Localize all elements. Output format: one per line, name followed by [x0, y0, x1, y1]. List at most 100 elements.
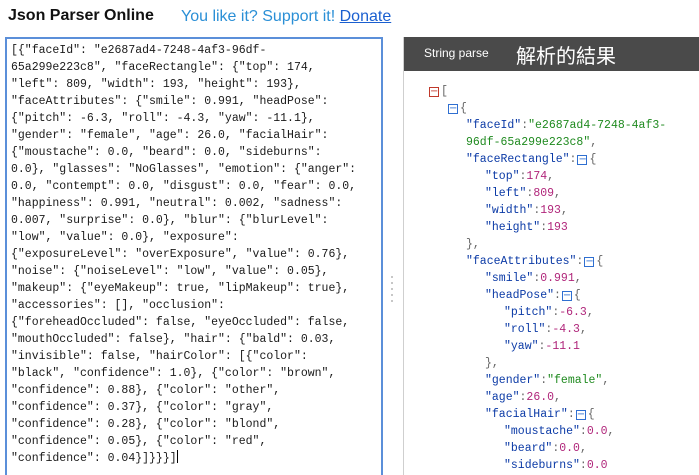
- tree-key: "faceRectangle": [466, 153, 570, 166]
- tree-key: "top": [485, 170, 520, 183]
- tree-line: −{: [447, 100, 467, 117]
- tree-line: "width":193,: [485, 202, 568, 219]
- tree-line: "facialHair": −{: [485, 406, 595, 423]
- input-line: "low", "value": 0.0}, "exposure":: [11, 231, 239, 244]
- tree-open-bracket: {: [589, 153, 597, 166]
- input-line: 65a299e223c8", "faceRectangle": {"top": …: [11, 61, 315, 74]
- tree-line: "gender":"female",: [485, 372, 609, 389]
- tree-comma: ,: [607, 425, 615, 438]
- tree-line: "yaw":-11.1: [504, 338, 580, 355]
- tree-key: "left": [485, 187, 527, 200]
- result-label: 解析的結果: [516, 44, 616, 68]
- json-input-text[interactable]: [{"faceId": "e2687ad4-7248-4af3-96df- 65a…: [11, 42, 379, 467]
- input-line: {"moustache": 0.0, "beard": 0.0, "sidebu…: [11, 146, 322, 159]
- input-line: "faceAttributes": {"smile": 0.991, "head…: [11, 95, 329, 108]
- tree-value: 0.0: [586, 459, 608, 472]
- tree-key: "width": [485, 204, 534, 217]
- tree-value: 0.0: [586, 425, 608, 438]
- tree-line: "age":26.0,: [485, 389, 561, 406]
- input-line: 0.007, "surprise": 0.0}, "blur": {"blurL…: [11, 214, 329, 227]
- donate-link[interactable]: Donate: [340, 8, 392, 25]
- tree-key: "headPose": [485, 289, 555, 302]
- tree-line: },: [466, 236, 480, 253]
- tree-line: "roll":-4.3,: [504, 321, 587, 338]
- tree-open-bracket: {: [573, 289, 581, 302]
- tree-comma: ,: [554, 391, 561, 404]
- collapse-toggle-icon[interactable]: −: [584, 257, 595, 267]
- app-title: Json Parser Online: [8, 7, 154, 24]
- tab-string-parse[interactable]: String parse: [424, 46, 489, 60]
- tree-key: "yaw": [504, 340, 539, 353]
- tree-line: "faceId":"e2687ad4-7248-4af3-: [466, 117, 666, 134]
- tree-line: "moustache":0.0,: [504, 423, 614, 440]
- tree-key: "facialHair": [485, 408, 568, 421]
- tree-colon: :: [579, 425, 587, 438]
- tree-line: "smile":0.991,: [485, 270, 582, 287]
- tree-comma: ,: [547, 170, 555, 183]
- tree-line: "height":193: [485, 219, 568, 236]
- support-text: You like it? Support it! Donate: [181, 8, 391, 26]
- tree-key: "pitch": [504, 306, 553, 319]
- tree-comma: ,: [554, 187, 561, 200]
- input-line: "confidence": 0.37}, {"color": "gray",: [11, 401, 274, 414]
- collapse-toggle-icon[interactable]: −: [448, 104, 458, 114]
- output-panel: String parse 解析的結果 −[−{"faceId":"e2687ad…: [403, 37, 699, 475]
- tree-value: 193: [547, 221, 568, 234]
- tree-key: "sideburns": [504, 459, 580, 472]
- panel-splitter-handle[interactable]: [390, 276, 394, 306]
- tree-open-bracket: {: [460, 102, 467, 115]
- input-line: "happiness": 0.991, "neutral": 0.002, "s…: [11, 197, 343, 210]
- tree-line: "beard":0.0,: [504, 440, 587, 457]
- tree-comma: ,: [560, 204, 568, 217]
- tree-line: "headPose": −{: [485, 287, 581, 304]
- tree-line: "faceRectangle": −{: [466, 151, 596, 168]
- tree-key: "beard": [504, 442, 553, 455]
- input-line: "gender": "female", "age": 26.0, "facial…: [11, 129, 329, 142]
- tree-comma: ,: [586, 306, 594, 319]
- text-caret: [176, 450, 178, 463]
- tree-line: "faceAttributes": −{: [466, 253, 603, 270]
- tree-open-bracket: [: [441, 85, 448, 98]
- tree-line: },: [485, 355, 499, 372]
- tree-close-bracket: },: [466, 238, 480, 251]
- input-line: 0.0, "contempt": 0.0, "disgust": 0.0, "f…: [11, 180, 357, 193]
- collapse-toggle-icon[interactable]: −: [429, 87, 439, 97]
- tree-value: "female": [547, 374, 603, 387]
- tree-comma: ,: [579, 442, 587, 455]
- tree-line: −[: [428, 83, 448, 100]
- tree-colon: :: [567, 408, 575, 421]
- input-line: "makeup": {"eyeMakeup": true, "lipMakeup…: [11, 282, 350, 295]
- collapse-toggle-icon[interactable]: −: [577, 155, 588, 165]
- input-line: "mouthOccluded": false}, "hair": {"bald"…: [11, 333, 336, 346]
- collapse-toggle-icon[interactable]: −: [575, 410, 586, 420]
- tree-open-bracket: {: [587, 408, 595, 421]
- json-input-textarea[interactable]: [{"faceId": "e2687ad4-7248-4af3-96df- 65a…: [5, 37, 383, 475]
- tree-value: 26.0: [526, 391, 555, 404]
- tree-line: "top":174,: [485, 168, 554, 185]
- tree-comma: ,: [602, 374, 610, 387]
- input-line: 0.0}, "glasses": "NoGlasses", "emotion":…: [11, 163, 357, 176]
- tree-line: "sideburns":0.0: [504, 457, 608, 474]
- tree-value: -6.3: [559, 306, 587, 319]
- tree-value-continued: 96df-65a299e223c8": [466, 136, 591, 149]
- input-line: "confidence": 0.05}, {"color": "red",: [11, 435, 267, 448]
- tree-value: "e2687ad4-7248-4af3-: [528, 119, 667, 132]
- collapse-toggle-icon[interactable]: −: [561, 291, 572, 301]
- output-toolbar: String parse 解析的結果: [404, 37, 699, 71]
- tree-colon: :: [579, 459, 587, 472]
- tree-comma: ,: [574, 272, 582, 285]
- tree-key: "gender": [485, 374, 541, 387]
- tree-value: 809: [533, 187, 555, 200]
- input-line: "noise": {"noiseLevel": "low", "value": …: [11, 265, 329, 278]
- tree-colon: :: [576, 255, 584, 268]
- input-line: "invisible": false, "hairColor": [{"colo…: [11, 350, 308, 363]
- tree-key: "age": [485, 391, 520, 404]
- tree-value: -4.3: [552, 323, 580, 336]
- input-line: {"foreheadOccluded": false, "eyeOccluded…: [11, 316, 350, 329]
- support-message: You like it? Support it!: [181, 8, 336, 25]
- tree-colon: :: [569, 153, 577, 166]
- tree-value: 0.0: [559, 442, 580, 455]
- tree-comma: ,: [579, 323, 587, 336]
- input-line: {"exposureLevel": "overExposure", "value…: [11, 248, 350, 261]
- tree-key: "moustache": [504, 425, 580, 438]
